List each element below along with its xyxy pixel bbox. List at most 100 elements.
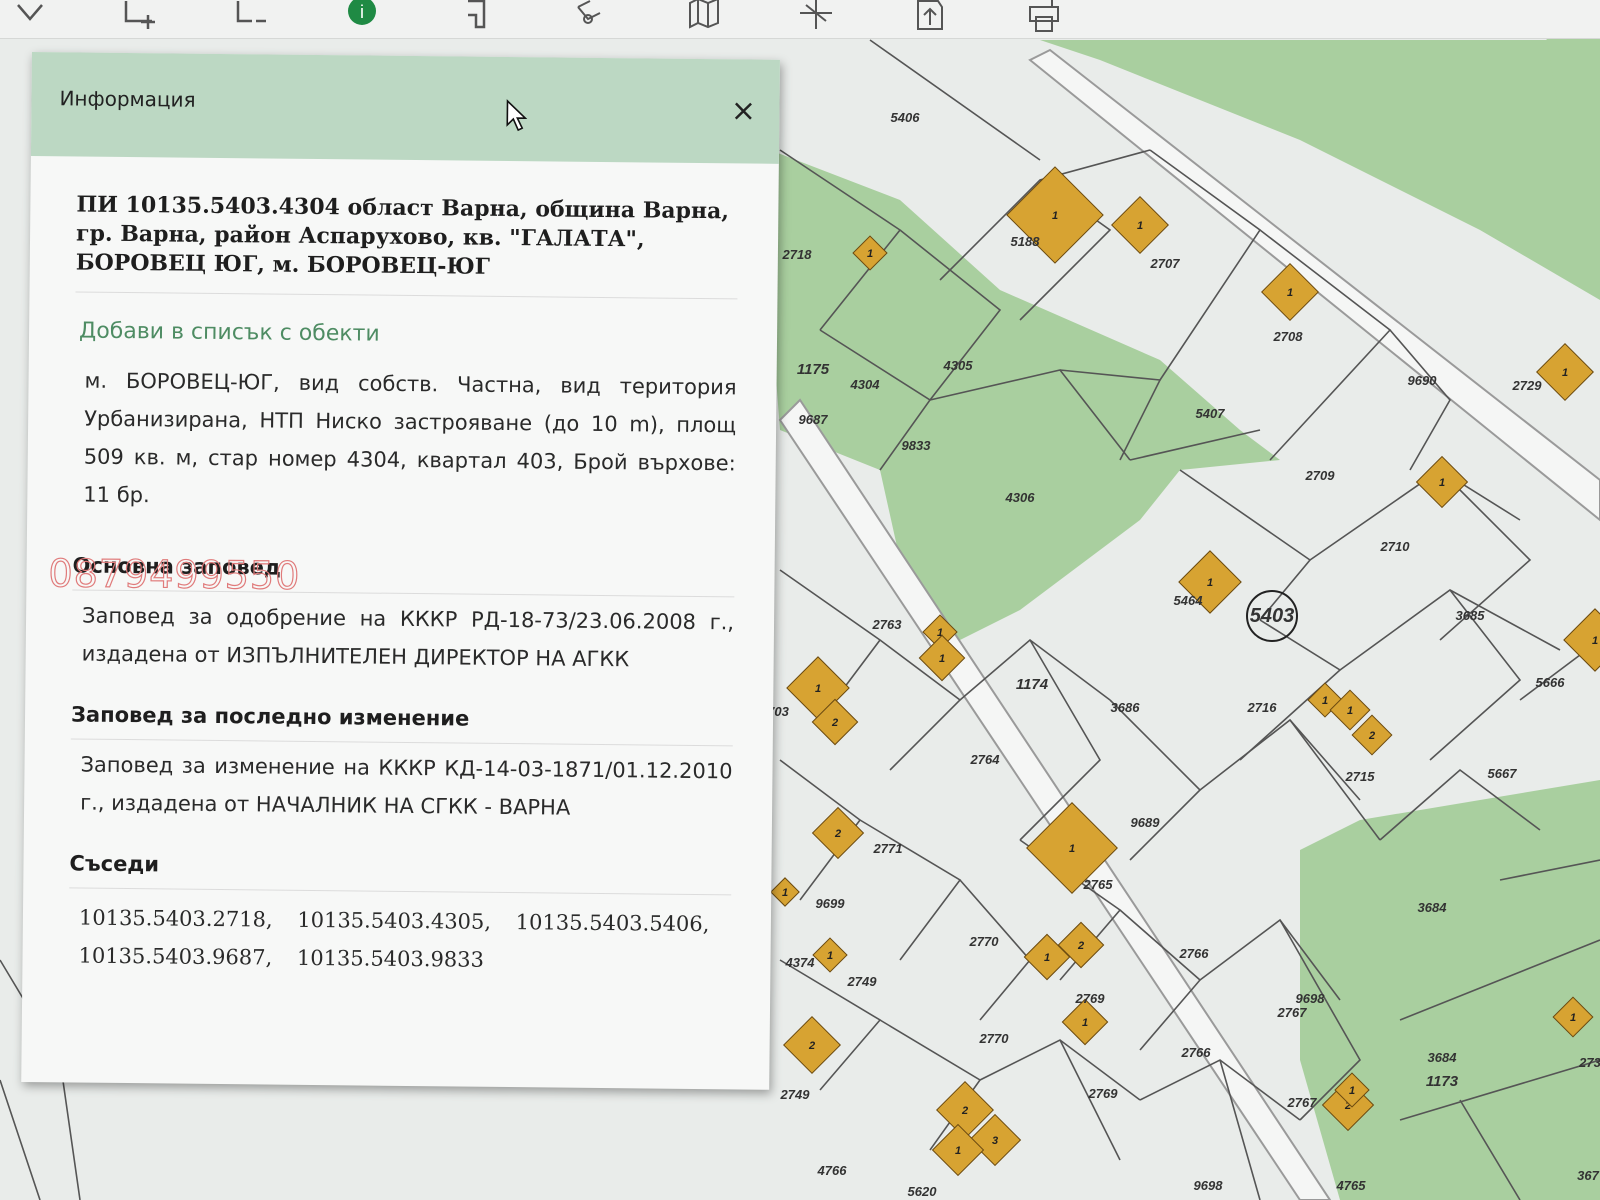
last-change-text: Заповед за изменение на КККР КД-14-03-18… [80, 752, 733, 820]
parcel-label: 2710 [1380, 539, 1411, 554]
parcel-label: 5620 [908, 1184, 938, 1199]
parcel-label: 2763 [872, 617, 903, 632]
add-polygon-icon[interactable] [120, 0, 160, 34]
parcel-label: 3684 [1428, 1050, 1458, 1065]
info-icon[interactable]: i [342, 0, 382, 34]
neighbors-heading: Съседи [69, 851, 732, 896]
close-button[interactable]: × [729, 93, 757, 128]
building-label: 2 [831, 717, 838, 729]
parcel-label: 2771 [873, 841, 903, 856]
layers-icon[interactable] [460, 0, 500, 34]
building-label: 1 [1562, 367, 1568, 379]
parcel-label: 4305 [943, 358, 974, 373]
building-label: 1 [1052, 210, 1058, 222]
parcel-label: 3684 [1418, 900, 1448, 915]
building-label: 2 [834, 828, 841, 840]
parcel-label: 2766 [1181, 1045, 1212, 1060]
building-label: 1 [1570, 1012, 1576, 1024]
parcel-label: 9699 [816, 896, 846, 911]
add-to-list-link[interactable]: Добави в списък с обекти [79, 319, 737, 351]
parcel-label: 1173 [1426, 1073, 1459, 1090]
building-label: 2 [808, 1040, 815, 1052]
parcel-label: 4765 [1336, 1178, 1367, 1193]
parcel-label: 1174 [1016, 676, 1049, 693]
parcel-label: 2709 [1305, 468, 1336, 483]
parcel-label: 9833 [902, 438, 932, 453]
parcel-label: 2715 [1345, 769, 1376, 784]
parcel-label: 9690 [1408, 373, 1438, 388]
panel-title: Информация [59, 86, 196, 112]
building-label: 1 [782, 887, 788, 899]
main-order-heading: Основна заповед 0879499550 [48, 551, 735, 598]
parcel-label: 3686 [1111, 700, 1141, 715]
parcel-description: м. БОРОВЕЦ-ЮГ, вид собств. Частна, вид т… [83, 368, 737, 508]
parcel-label: 2749 [780, 1087, 811, 1102]
parcel-label: 4306 [1005, 490, 1036, 505]
parcel-label: 2765 [1083, 877, 1114, 892]
building-label: 2 [1368, 730, 1375, 742]
parcel-label: 2749 [847, 974, 878, 989]
print-icon[interactable] [1024, 0, 1064, 34]
parcel-label: 2729 [1512, 378, 1543, 393]
parcel-label: 2764 [970, 752, 1001, 767]
building-label: 1 [1044, 952, 1050, 964]
parcel-label: 2767 [1287, 1095, 1318, 1110]
neighbors-list: 10135.5403.2718, 10135.5403.4305, 10135.… [78, 905, 710, 972]
building-label: 1 [1287, 287, 1293, 299]
svg-text:i: i [360, 2, 364, 22]
parcel-label: 4374 [785, 955, 816, 970]
building-label: 1 [939, 653, 945, 665]
last-change-heading: Заповед за последно изменение [70, 702, 734, 747]
parcel-label: 2766 [1179, 946, 1210, 961]
parcel-label: 9689 [1131, 815, 1161, 830]
parcel-label: 4304 [850, 377, 881, 392]
check-icon[interactable] [10, 0, 50, 34]
building-label: 1 [1069, 843, 1075, 855]
parcel-title: ПИ 10135.5403.4304 област Варна, община … [75, 190, 739, 300]
building-label: 1 [1592, 635, 1598, 647]
parcel-label: 5403 [1250, 605, 1295, 627]
building-label: 1 [1322, 695, 1328, 707]
remove-polygon-icon[interactable] [232, 0, 272, 34]
building-label: 1 [1347, 705, 1353, 717]
parcel-label: 2769 [1075, 991, 1106, 1006]
building-label: 2 [961, 1105, 968, 1117]
map-toolbar: i [0, 0, 1600, 39]
building-label: 1 [815, 683, 821, 695]
parcel-label: 5188 [1011, 234, 1041, 249]
parcel-label: 5667 [1488, 766, 1518, 781]
building-label: 1 [827, 950, 833, 962]
parcel-label: 3685 [1456, 608, 1486, 623]
building-label: 1 [1082, 1017, 1088, 1029]
parcel-label: 273 [1578, 1055, 1600, 1070]
parcel-label: 5407 [1196, 406, 1226, 421]
parcel-label: 9687 [799, 412, 829, 427]
panel-body: ПИ 10135.5403.4304 област Варна, община … [22, 156, 779, 1002]
map-icon[interactable] [684, 0, 724, 34]
measure-icon[interactable] [570, 0, 610, 34]
parcel-label: 2770 [969, 934, 1000, 949]
parcel-label: 2769 [1088, 1086, 1119, 1101]
building-label: 1 [1207, 577, 1213, 589]
parcel-label: 5406 [891, 110, 921, 125]
parcel-label: 2770 [979, 1031, 1010, 1046]
parcel-label: 2716 [1247, 700, 1278, 715]
parcel-label: 9698 [1194, 1178, 1224, 1193]
parcel-label: 2718 [782, 247, 813, 262]
parcel-label: 2767 [1277, 1005, 1308, 1020]
export-icon[interactable] [910, 0, 950, 34]
building-label: 1 [955, 1145, 961, 1157]
building-label: 3 [992, 1135, 998, 1147]
parcel-label: 5666 [1536, 675, 1566, 690]
building-label: 1 [1439, 477, 1445, 489]
main-order-text: Заповед за одобрение на КККР РД-18-73/23… [81, 603, 735, 672]
building-label: 1 [867, 248, 873, 260]
parcel-label: 2707 [1150, 256, 1181, 271]
parcel-label: 367 [1577, 1168, 1599, 1183]
crosshair-icon[interactable] [796, 0, 836, 34]
building-label: 2 [1077, 940, 1084, 952]
parcel-label: 1175 [797, 361, 830, 378]
parcel-label: 5464 [1174, 593, 1204, 608]
phone-watermark: 0879499550 [48, 551, 301, 599]
info-panel: Информация × ПИ 10135.5403.4304 област В… [21, 52, 780, 1090]
